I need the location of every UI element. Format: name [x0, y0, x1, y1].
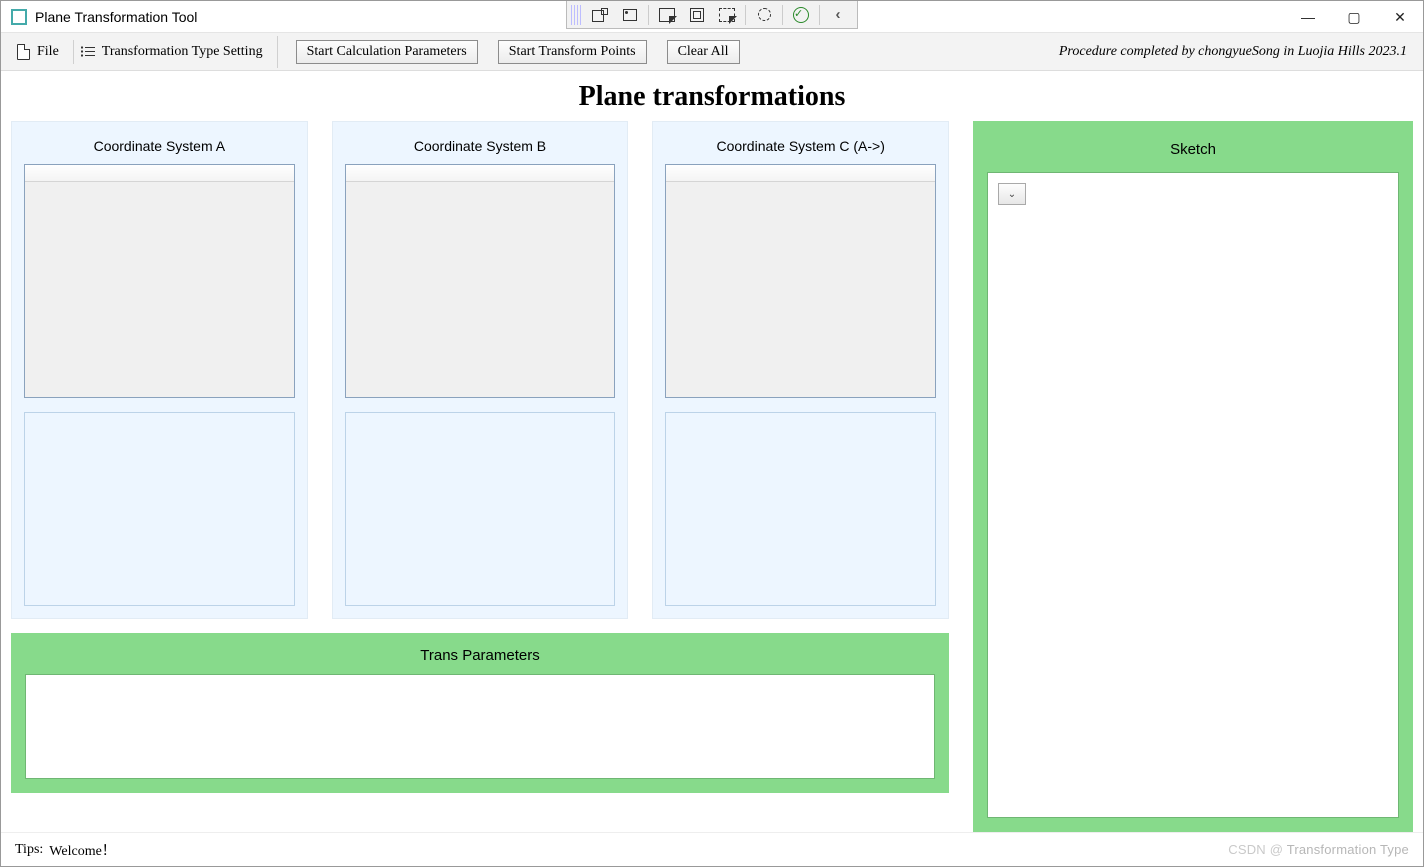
separator	[782, 5, 783, 25]
start-transform-points-button[interactable]: Start Transform Points	[498, 40, 647, 64]
toolbar-buttons: Start Calculation Parameters Start Trans…	[277, 36, 746, 68]
columns: Coordinate System A Coordinate System B …	[11, 121, 1413, 832]
coord-a-datagrid[interactable]	[24, 164, 295, 398]
layout-adorner-icon[interactable]	[712, 3, 742, 27]
hot-reload-target-icon[interactable]	[749, 3, 779, 27]
credit-text: Procedure completed by chongyueSong in L…	[1059, 44, 1415, 60]
maximize-button[interactable]: ▢	[1331, 1, 1377, 33]
coord-c-textbox[interactable]	[665, 412, 936, 606]
separator	[648, 5, 649, 25]
sketch-dropdown[interactable]: ⌄	[998, 183, 1026, 205]
sketch-canvas[interactable]: ⌄	[987, 172, 1399, 818]
dev-inspector-toolbar: ✓ ‹	[566, 1, 858, 29]
coord-b-textbox[interactable]	[345, 412, 616, 606]
transformation-type-status: Transformation Type	[1287, 842, 1409, 857]
start-calculation-parameters-button[interactable]: Start Calculation Parameters	[296, 40, 478, 64]
sketch-title: Sketch	[987, 131, 1399, 172]
adorner-select-icon[interactable]	[585, 3, 615, 27]
separator	[745, 5, 746, 25]
close-button[interactable]: ✕	[1377, 1, 1423, 33]
coordinate-system-b-panel: Coordinate System B	[332, 121, 629, 619]
trans-parameters-title: Trans Parameters	[25, 643, 935, 674]
list-icon	[80, 44, 96, 60]
record-icon[interactable]	[615, 3, 645, 27]
menu-file-label: File	[37, 44, 59, 60]
trans-parameters-textbox[interactable]	[25, 674, 935, 779]
document-icon	[15, 44, 31, 60]
status-right: CSDN @ Transformation Type	[1228, 842, 1409, 857]
left-column: Coordinate System A Coordinate System B …	[11, 121, 949, 832]
menu-type-setting-label: Transformation Type Setting	[102, 44, 263, 60]
hot-reload-status-icon[interactable]: ✓	[786, 3, 816, 27]
tips-value: Welcome！	[49, 840, 116, 860]
statusbar: Tips: Welcome！ CSDN @ Transformation Typ…	[1, 832, 1423, 866]
trans-parameters-panel: Trans Parameters	[11, 633, 949, 793]
window-title: Plane Transformation Tool	[35, 9, 197, 25]
coordinate-system-a-panel: Coordinate System A	[11, 121, 308, 619]
watermark-prefix: CSDN @	[1228, 842, 1283, 857]
right-column: Sketch ⌄	[973, 121, 1413, 832]
chevron-down-icon: ⌄	[1008, 189, 1016, 200]
coordinate-system-c-panel: Coordinate System C (A->)	[652, 121, 949, 619]
collapse-toolbar-icon[interactable]: ‹	[823, 3, 853, 27]
sketch-panel: Sketch ⌄	[973, 121, 1413, 832]
coord-a-textbox[interactable]	[24, 412, 295, 606]
separator	[819, 5, 820, 25]
coord-c-datagrid[interactable]	[665, 164, 936, 398]
coord-a-title: Coordinate System A	[24, 132, 295, 164]
grip-icon[interactable]	[571, 5, 581, 25]
menu-transformation-type-setting[interactable]: Transformation Type Setting	[73, 40, 269, 64]
page-title: Plane transformations	[11, 75, 1413, 121]
minimize-button[interactable]: ―	[1285, 1, 1331, 33]
menubar: File Transformation Type Setting Start C…	[1, 33, 1423, 71]
clear-all-button[interactable]: Clear All	[667, 40, 740, 64]
tips-label: Tips:	[15, 842, 43, 858]
coord-b-title: Coordinate System B	[345, 132, 616, 164]
main-area: Plane transformations Coordinate System …	[1, 71, 1423, 832]
app-icon	[11, 9, 27, 25]
coord-c-title: Coordinate System C (A->)	[665, 132, 936, 164]
coord-b-datagrid[interactable]	[345, 164, 616, 398]
titlebar: Plane Transformation Tool ✓ ‹ ― ▢ ✕	[1, 1, 1423, 33]
menu-file[interactable]: File	[9, 40, 65, 64]
select-element-icon[interactable]	[652, 3, 682, 27]
focus-rect-icon[interactable]	[682, 3, 712, 27]
coordinate-panels-row: Coordinate System A Coordinate System B …	[11, 121, 949, 619]
window-controls: ― ▢ ✕	[1285, 1, 1423, 33]
